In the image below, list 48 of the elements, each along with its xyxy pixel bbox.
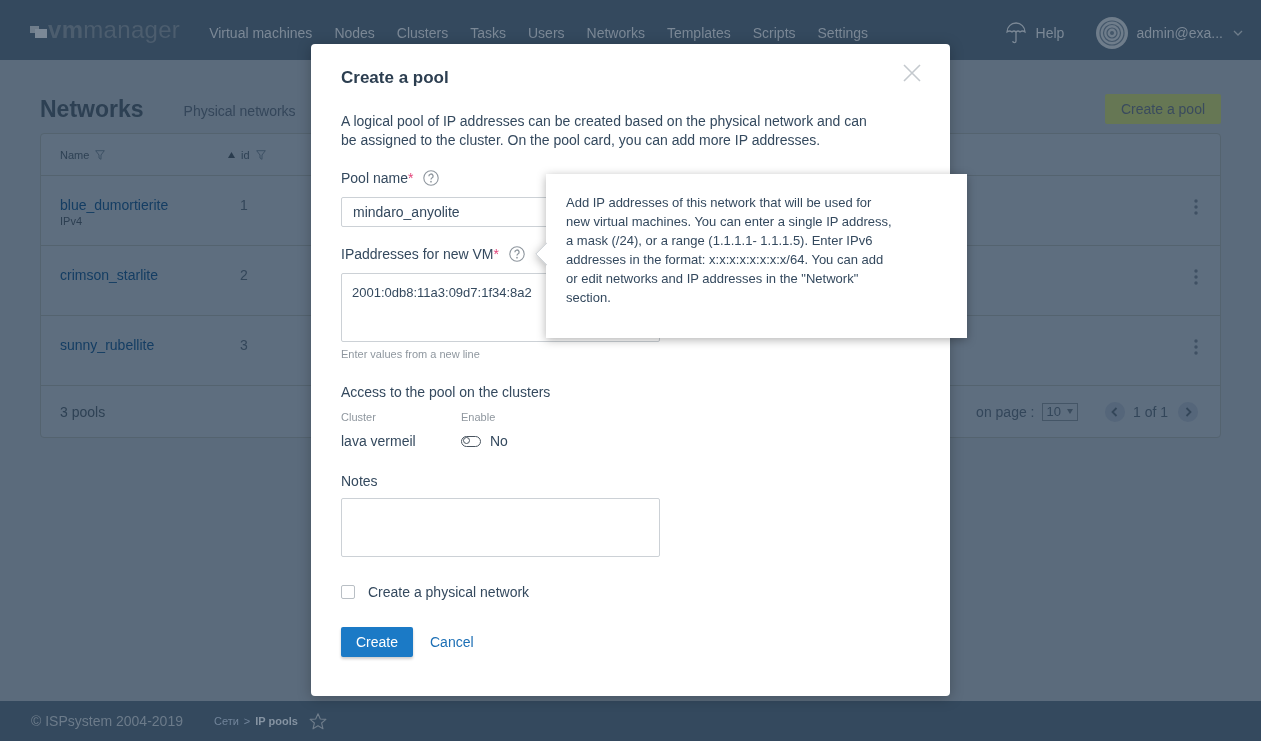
next-page-icon[interactable] <box>1178 401 1198 422</box>
nav-link[interactable]: Nodes <box>334 25 375 41</box>
breadcrumb-link[interactable]: Сети <box>213 715 239 727</box>
star-icon[interactable] <box>308 712 327 730</box>
notes-field[interactable] <box>341 498 660 557</box>
nav-link[interactable]: Settings <box>817 25 869 41</box>
nav-link[interactable]: Tasks <box>470 25 506 41</box>
help-link[interactable]: Help <box>1005 22 1065 44</box>
cancel-link[interactable]: Cancel <box>430 634 474 650</box>
pool-name-link[interactable]: sunny_rubellite <box>60 336 155 354</box>
cluster-name: lava vermeil <box>341 432 417 450</box>
caret-down-icon <box>1066 409 1073 414</box>
close-icon[interactable] <box>903 64 921 82</box>
nav-link[interactable]: Clusters <box>396 25 449 41</box>
column-header: Enable <box>461 410 497 424</box>
field-label: Pool name* <box>341 169 414 187</box>
enable-switch[interactable] <box>461 435 481 447</box>
umbrella-icon <box>1005 22 1026 44</box>
breadcrumb-separator: > <box>243 715 251 727</box>
previous-page-icon[interactable] <box>1104 401 1125 422</box>
nav-link[interactable]: Users <box>528 25 565 41</box>
user-menu[interactable]: admin@exa... <box>1096 17 1243 49</box>
nav-link[interactable]: Networks <box>586 25 645 41</box>
nav-link[interactable]: Virtual machines <box>209 25 313 41</box>
field-label: IPaddresses for new VM* <box>341 245 499 263</box>
avatar-icon <box>1096 17 1129 49</box>
filter-icon <box>255 149 266 160</box>
pool-name-link[interactable]: crimson_starlite <box>60 266 159 284</box>
dialog-description: A logical pool of IP addresses can be created based on the physical network and can be assigned to the cluster. On the pool card, you can add more IP addresses. <box>341 112 868 150</box>
dialog-title: Create a pool <box>341 68 449 88</box>
chevron-down-icon <box>1233 30 1243 36</box>
column-header: Cluster <box>341 410 377 424</box>
checkbox-label: Create a physical network <box>368 583 530 601</box>
help-icon[interactable] <box>423 170 440 186</box>
switch-state-label: No <box>490 432 508 450</box>
create-button[interactable]: Create <box>341 627 413 657</box>
checkbox[interactable] <box>341 585 355 599</box>
squares-logo-icon <box>30 26 47 38</box>
field-label: Notes <box>341 472 378 490</box>
pool-name-link[interactable]: blue_dumortierite <box>60 196 169 214</box>
copyright-text: © ISPsystem 2004-2019 <box>31 713 183 729</box>
help-icon[interactable] <box>508 246 525 262</box>
nav-link[interactable]: Templates <box>666 25 731 41</box>
section-title: Access to the pool on the clusters <box>341 383 551 401</box>
filter-icon <box>95 149 106 160</box>
field-hint: Enter values from a new line <box>341 347 480 361</box>
breadcrumb-current: IP pools <box>255 715 298 727</box>
nav-link[interactable]: Scripts <box>752 25 796 41</box>
